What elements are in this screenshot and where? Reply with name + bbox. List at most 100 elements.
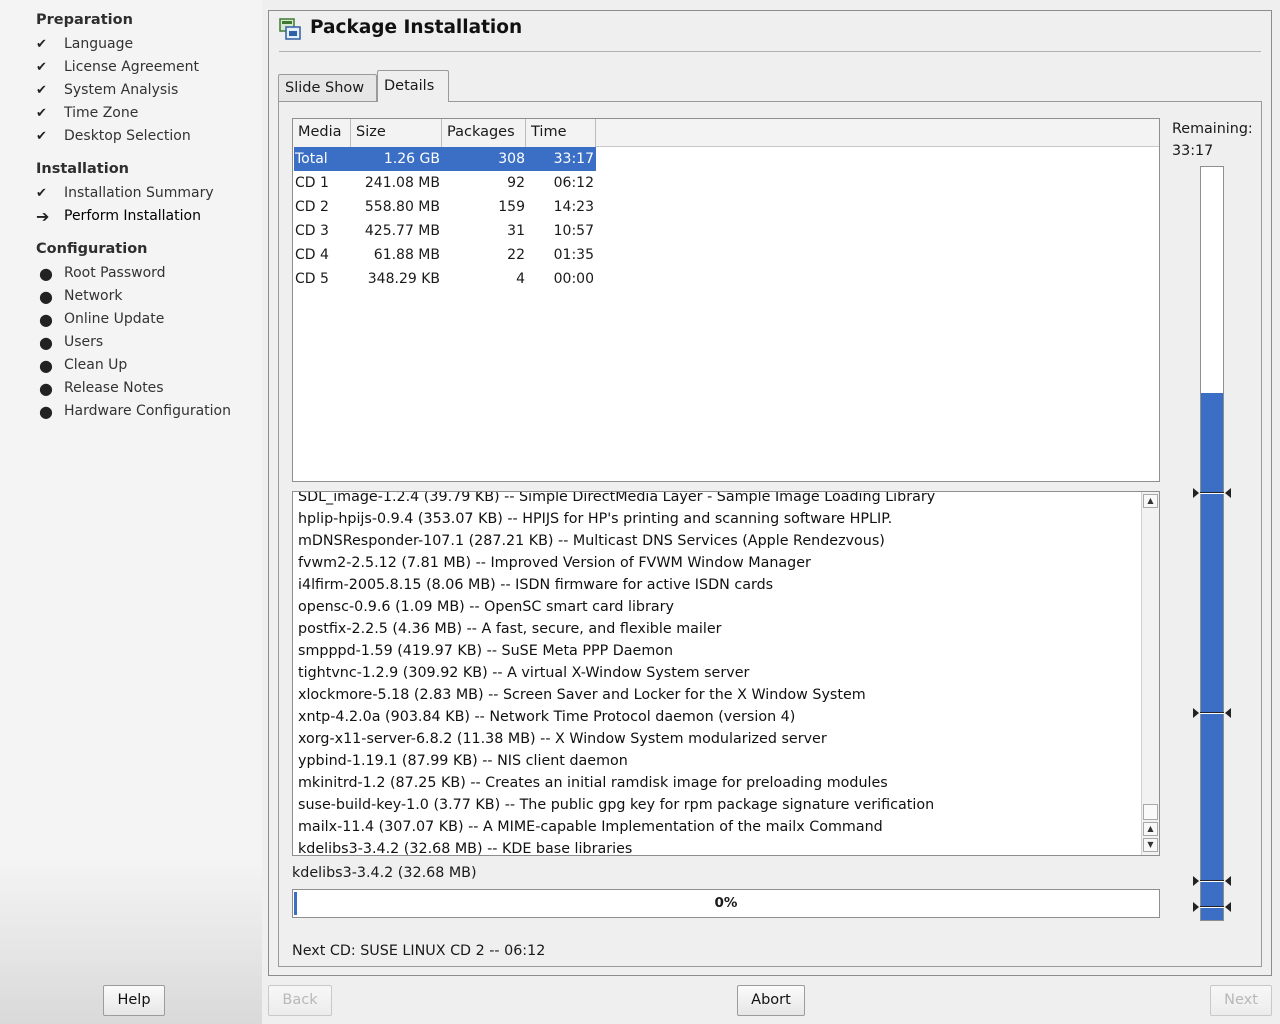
log-line: xlockmore-5.18 (2.83 MB) -- Screen Saver…	[298, 687, 866, 703]
log-line: mailx-11.4 (307.07 KB) -- A MIME-capable…	[298, 819, 883, 835]
cell-time: 06:12	[553, 175, 594, 191]
log-line: opensc-0.9.6 (1.09 MB) -- OpenSC smart c…	[298, 599, 674, 615]
step-label: Hardware Configuration	[64, 403, 231, 419]
step-label: Clean Up	[64, 357, 128, 373]
step-label: Online Update	[64, 311, 165, 327]
step-hardware-configuration: ● Hardware Configuration	[36, 401, 231, 421]
remaining-label: Remaining:	[1172, 121, 1253, 137]
log-line: xntp-4.2.0a (903.84 KB) -- Network Time …	[298, 709, 796, 725]
step-release-notes: ● Release Notes	[36, 378, 164, 398]
back-button[interactable]: Back	[268, 985, 332, 1016]
log-line: postfix-2.2.5 (4.36 MB) -- A fast, secur…	[298, 621, 722, 637]
section-title-preparation: Preparation	[36, 12, 133, 28]
cell-packages: 22	[507, 247, 525, 263]
step-clean-up: ● Clean Up	[36, 355, 127, 375]
package-log-scrollbar[interactable]: ▲ ▲ ▼	[1141, 492, 1159, 855]
cd-boundary-marker	[1193, 902, 1231, 912]
media-table[interactable]: Media Size Packages Time Total 1.26 GB 3…	[292, 118, 1160, 482]
arrow-right-icon: ➔	[36, 206, 50, 226]
cell-media: CD 2	[295, 199, 329, 215]
step-language: ✔ Language	[36, 34, 133, 54]
table-row[interactable]: CD 1 241.08 MB 92 06:12	[294, 171, 596, 195]
check-icon: ✔	[36, 82, 47, 98]
step-users: ● Users	[36, 332, 103, 352]
cd-boundary-marker	[1193, 876, 1231, 886]
column-header-packages[interactable]: Packages	[442, 119, 526, 147]
package-log-lines: SDL_image-1.2.4 (39.79 KB) -- Simple Dir…	[298, 491, 1138, 856]
column-header-media[interactable]: Media	[293, 119, 351, 147]
step-installation-summary: ✔ Installation Summary	[36, 183, 214, 203]
step-sidebar: Preparation ✔ Language ✔ License Agreement…	[0, 0, 262, 1024]
package-log[interactable]: SDL_image-1.2.4 (39.79 KB) -- Simple Dir…	[292, 491, 1160, 856]
step-label: Installation Summary	[64, 185, 214, 201]
section-title-installation: Installation	[36, 161, 129, 177]
log-line: ypbind-1.19.1 (87.99 KB) -- NIS client d…	[298, 753, 628, 769]
log-line: SDL_image-1.2.4 (39.79 KB) -- Simple Dir…	[298, 491, 936, 505]
table-row[interactable]: CD 3 425.77 MB 31 10:57	[294, 219, 596, 243]
bullet-icon: ●	[39, 309, 53, 329]
column-header-time[interactable]: Time	[526, 119, 596, 147]
column-header-size[interactable]: Size	[351, 119, 442, 147]
scrollbar-thumb[interactable]	[1143, 804, 1158, 820]
remaining-time-value: 33:17	[1172, 143, 1214, 159]
bullet-icon: ●	[39, 401, 53, 421]
step-root-password: ● Root Password	[36, 263, 166, 283]
section-title-configuration: Configuration	[36, 241, 148, 257]
remaining-time: Remaining: 33:17	[1172, 118, 1253, 162]
scroll-up-arrow-icon[interactable]: ▲	[1143, 822, 1158, 836]
table-row[interactable]: Total 1.26 GB 308 33:17	[294, 147, 596, 171]
table-row[interactable]: CD 5 348.29 KB 4 00:00	[294, 267, 596, 291]
step-label: System Analysis	[64, 82, 179, 98]
step-online-update: ● Online Update	[36, 309, 164, 329]
cell-size: 61.88 MB	[373, 247, 440, 263]
scroll-down-arrow-icon[interactable]: ▼	[1143, 838, 1158, 852]
step-label: Desktop Selection	[64, 128, 191, 144]
table-row[interactable]: CD 4 61.88 MB 22 01:35	[294, 243, 596, 267]
cell-time: 00:00	[553, 271, 594, 287]
log-line: mkinitrd-1.2 (87.25 KB) -- Creates an in…	[298, 775, 888, 791]
check-icon: ✔	[36, 128, 47, 144]
title-divider	[279, 51, 1261, 52]
step-label: Perform Installation	[64, 208, 201, 224]
page-title: Package Installation	[310, 17, 523, 38]
tab-details[interactable]: Details	[377, 70, 449, 102]
cell-packages: 159	[498, 199, 525, 215]
log-line: tightvnc-1.2.9 (309.92 KB) -- A virtual …	[298, 665, 750, 681]
bullet-icon: ●	[39, 286, 53, 306]
step-label: License Agreement	[64, 59, 199, 75]
cell-size: 241.08 MB	[364, 175, 440, 191]
cell-size: 1.26 GB	[383, 151, 440, 167]
next-button[interactable]: Next	[1210, 985, 1272, 1016]
step-desktop-selection: ✔ Desktop Selection	[36, 126, 191, 146]
cell-time: 14:23	[553, 199, 594, 215]
cell-packages: 92	[507, 175, 525, 191]
step-label: Time Zone	[64, 105, 139, 121]
total-progress-bar	[1200, 166, 1224, 921]
cell-time: 10:57	[553, 223, 594, 239]
step-label: Network	[64, 288, 123, 304]
bullet-icon: ●	[39, 263, 53, 283]
cell-packages: 308	[498, 151, 525, 167]
log-line: i4lfirm-2005.8.15 (8.06 MB) -- ISDN firm…	[298, 577, 774, 593]
media-table-header: Media Size Packages Time	[293, 119, 1159, 147]
log-line: kdelibs3-3.4.2 (32.68 MB) -- KDE base li…	[298, 841, 633, 856]
step-perform-installation: ➔ Perform Installation	[36, 206, 201, 226]
tab-slide-show[interactable]: Slide Show	[278, 74, 377, 102]
help-button[interactable]: Help	[103, 985, 165, 1016]
log-line: smpppd-1.59 (419.97 KB) -- SuSE Meta PPP…	[298, 643, 674, 659]
step-time-zone: ✔ Time Zone	[36, 103, 138, 123]
scroll-up-arrow-icon[interactable]: ▲	[1143, 494, 1158, 508]
abort-button[interactable]: Abort	[737, 985, 805, 1016]
package-progress-percent: 0%	[714, 895, 738, 911]
cell-packages: 31	[507, 223, 525, 239]
cell-media: CD 1	[295, 175, 329, 191]
log-line: mDNSResponder-107.1 (287.21 KB) -- Multi…	[298, 533, 885, 549]
package-progress-bar: 0%	[292, 889, 1160, 918]
main-panel: Package Installation Slide Show Details …	[268, 10, 1272, 976]
step-label: Users	[64, 334, 104, 350]
table-row[interactable]: CD 2 558.80 MB 159 14:23	[294, 195, 596, 219]
next-cd-label: Next CD: SUSE LINUX CD 2 -- 06:12	[292, 943, 546, 959]
check-icon: ✔	[36, 59, 47, 75]
log-line: xorg-x11-server-6.8.2 (11.38 MB) -- X Wi…	[298, 731, 827, 747]
cell-size: 558.80 MB	[364, 199, 440, 215]
